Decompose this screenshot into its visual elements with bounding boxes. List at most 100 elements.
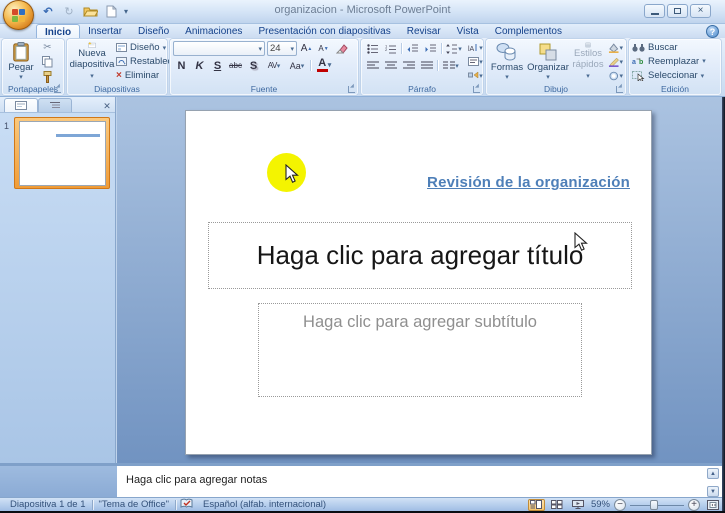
tab-complementos[interactable]: Complementos bbox=[487, 24, 570, 38]
grow-font-button[interactable]: A ▲ bbox=[299, 41, 314, 56]
line-spacing-dropdown-icon: ▾ bbox=[458, 45, 462, 53]
shapes-button[interactable]: Formas ▾ bbox=[489, 41, 525, 82]
restore-button[interactable] bbox=[667, 4, 688, 18]
cut-button[interactable]: ✂ bbox=[39, 41, 56, 54]
numbering-button[interactable]: 12 bbox=[382, 41, 399, 56]
zoom-in-button[interactable]: + bbox=[688, 498, 700, 511]
find-button[interactable]: Buscar bbox=[632, 41, 718, 53]
tab-revisar[interactable]: Revisar bbox=[399, 24, 449, 38]
clear-formatting-button[interactable] bbox=[333, 41, 350, 56]
align-text-button[interactable]: ▾ bbox=[467, 55, 484, 68]
normal-view-button[interactable] bbox=[527, 498, 545, 511]
font-color-button[interactable]: A ▾ bbox=[313, 58, 335, 73]
shape-effects-button[interactable]: ▾ bbox=[607, 69, 624, 82]
drawing-dialog-launcher[interactable] bbox=[616, 83, 623, 93]
paste-dropdown-icon: ▾ bbox=[19, 74, 23, 81]
select-button[interactable]: Seleccionar ▾ bbox=[632, 70, 718, 82]
slide-canvas[interactable]: Revisión de la organización Haga clic pa… bbox=[185, 110, 652, 455]
tab-inicio[interactable]: Inicio bbox=[36, 24, 81, 38]
zoom-slider-thumb[interactable] bbox=[650, 499, 658, 510]
shape-effects-icon bbox=[609, 71, 619, 80]
slides-tab-icon bbox=[15, 101, 27, 110]
title-placeholder[interactable]: Haga clic para agregar título bbox=[208, 222, 632, 289]
tab-presentacion[interactable]: Presentación con diapositivas bbox=[250, 24, 398, 38]
help-button[interactable]: ? bbox=[706, 25, 719, 38]
align-left-button[interactable] bbox=[364, 58, 381, 73]
zoom-slider[interactable] bbox=[630, 499, 684, 511]
group-font: ▾ 24 ▾ A ▲ A ▼ N K S abc S AV ▾ Aa ▾ A ▾… bbox=[170, 39, 358, 95]
tab-diseno[interactable]: Diseño bbox=[130, 24, 177, 38]
decrease-indent-button[interactable] bbox=[404, 41, 421, 56]
arrange-button[interactable]: Organizar ▾ bbox=[527, 41, 569, 82]
quick-styles-dropdown-icon: ▾ bbox=[586, 73, 590, 80]
theme-indicator[interactable]: "Tema de Office" bbox=[93, 499, 175, 510]
shape-outline-button[interactable]: ▾ bbox=[607, 55, 624, 68]
language-indicator[interactable]: Español (alfab. internacional) bbox=[197, 499, 332, 510]
ribbon: Pegar ▾ ✂ Portapapeles Nueva diapositiva… bbox=[0, 38, 725, 97]
notes-placeholder[interactable]: Haga clic para agregar notas bbox=[126, 474, 267, 486]
shape-fill-button[interactable]: ▾ bbox=[607, 41, 624, 54]
quick-styles-button[interactable]: Estilos rápidos ▾ bbox=[571, 41, 605, 82]
convert-smartart-button[interactable]: ▾ bbox=[467, 69, 484, 82]
new-slide-button[interactable]: Nueva diapositiva ▾ bbox=[70, 41, 114, 82]
character-spacing-button[interactable]: AV ▾ bbox=[263, 58, 285, 73]
zoom-level[interactable]: 59% bbox=[591, 499, 610, 510]
subtitle-placeholder-text: Haga clic para agregar subtítulo bbox=[303, 313, 537, 331]
replace-icon: ab bbox=[632, 58, 643, 66]
scroll-down-icon[interactable]: ▼ bbox=[707, 486, 719, 497]
tab-animaciones[interactable]: Animaciones bbox=[177, 24, 250, 38]
text-direction-button[interactable]: lA ▾ bbox=[467, 41, 484, 54]
minimize-button[interactable] bbox=[644, 4, 665, 18]
clipboard-dialog-launcher[interactable] bbox=[54, 83, 61, 93]
subtitle-placeholder[interactable]: Haga clic para agregar subtítulo bbox=[258, 303, 582, 397]
svg-text:b: b bbox=[639, 59, 643, 66]
spellcheck-button[interactable] bbox=[176, 498, 197, 512]
font-size-combo[interactable]: 24 ▾ bbox=[267, 41, 297, 56]
slide-thumbnail-selected[interactable] bbox=[14, 117, 110, 189]
reset-icon bbox=[116, 57, 127, 66]
notes-pane[interactable]: Haga clic para agregar notas ▲ ▼ bbox=[117, 463, 722, 497]
slide-thumbnail-number: 1 bbox=[4, 121, 10, 131]
slide-indicator: Diapositiva 1 de 1 bbox=[10, 499, 86, 510]
zoom-out-button[interactable]: − bbox=[614, 498, 626, 511]
bold-button[interactable]: N bbox=[173, 58, 190, 73]
change-case-button[interactable]: Aa ▾ bbox=[286, 58, 308, 73]
fit-to-window-button[interactable] bbox=[704, 499, 721, 511]
shrink-font-button[interactable]: A ▼ bbox=[316, 41, 331, 56]
office-button[interactable] bbox=[3, 0, 34, 30]
close-pane-icon[interactable]: ✕ bbox=[101, 101, 113, 112]
slide-thumbnail-image bbox=[19, 121, 106, 186]
font-color-dropdown-icon: ▾ bbox=[327, 62, 332, 69]
scroll-up-icon[interactable]: ▲ bbox=[707, 468, 719, 479]
line-spacing-button[interactable]: ▾ bbox=[444, 41, 464, 56]
new-slide-dropdown-icon: ▾ bbox=[90, 73, 94, 80]
columns-button[interactable]: ▾ bbox=[440, 58, 462, 73]
tab-insertar[interactable]: Insertar bbox=[80, 24, 130, 38]
text-shadow-button[interactable]: S bbox=[245, 58, 262, 73]
tab-slides-thumbnails[interactable] bbox=[4, 98, 38, 112]
font-family-combo[interactable]: ▾ bbox=[173, 41, 265, 56]
slide-sorter-view-button[interactable] bbox=[549, 499, 566, 511]
slide-heading-text[interactable]: Revisión de la organización bbox=[427, 174, 630, 191]
strikethrough-button[interactable]: abc bbox=[227, 58, 244, 73]
increase-indent-button[interactable] bbox=[422, 41, 439, 56]
copy-button[interactable] bbox=[39, 55, 56, 69]
font-dialog-launcher[interactable] bbox=[348, 83, 355, 93]
italic-button[interactable]: K bbox=[191, 58, 208, 73]
slideshow-view-button[interactable] bbox=[570, 499, 587, 511]
close-button[interactable]: × bbox=[690, 4, 711, 18]
justify-button[interactable] bbox=[418, 58, 435, 73]
align-right-button[interactable] bbox=[400, 58, 417, 73]
fit-to-window-icon bbox=[706, 499, 719, 510]
align-center-button[interactable] bbox=[382, 58, 399, 73]
paragraph-dialog-launcher[interactable] bbox=[473, 83, 480, 93]
replace-button[interactable]: ab Reemplazar ▾ bbox=[632, 55, 718, 67]
underline-button[interactable]: S bbox=[209, 58, 226, 73]
shapes-icon bbox=[496, 43, 516, 61]
shape-outline-icon bbox=[608, 57, 619, 67]
paste-button[interactable]: Pegar ▾ bbox=[5, 41, 37, 82]
format-painter-button[interactable] bbox=[39, 70, 56, 84]
tab-vista[interactable]: Vista bbox=[449, 24, 487, 38]
tab-outline[interactable] bbox=[38, 98, 72, 112]
bullets-button[interactable] bbox=[364, 41, 381, 56]
